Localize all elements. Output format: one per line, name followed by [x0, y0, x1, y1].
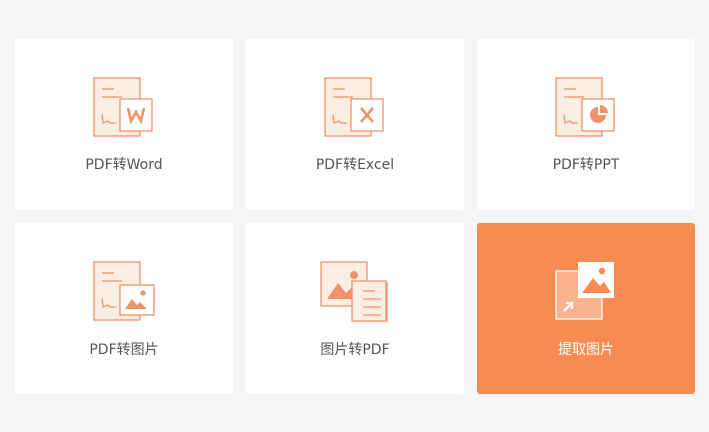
tool-card-extract-image[interactable]: 提取图片	[477, 223, 695, 394]
tool-card-image-to-pdf[interactable]: 图片转PDF	[246, 223, 464, 394]
tool-grid: PDF转Word PDF转Excel PDF转PPT PDF转图片 图片转PDF…	[15, 39, 695, 394]
tool-label: PDF转Word	[85, 157, 163, 173]
tool-label: 提取图片	[558, 342, 614, 358]
tool-card-pdf-to-excel[interactable]: PDF转Excel	[246, 39, 464, 210]
tool-label: PDF转PPT	[552, 157, 620, 173]
tool-label: PDF转Excel	[315, 157, 395, 173]
pdf-to-image-icon	[93, 261, 155, 321]
pdf-to-excel-icon	[324, 77, 384, 137]
tool-label: PDF转图片	[89, 342, 159, 358]
image-to-pdf-icon	[320, 261, 388, 322]
tool-label: 图片转PDF	[320, 342, 390, 358]
pdf-to-ppt-icon	[555, 77, 615, 137]
tool-card-pdf-to-image[interactable]: PDF转图片	[15, 223, 233, 394]
tool-card-pdf-to-ppt[interactable]: PDF转PPT	[477, 39, 695, 210]
pdf-to-word-icon	[93, 77, 153, 137]
tool-card-pdf-to-word[interactable]: PDF转Word	[15, 39, 233, 210]
extract-image-icon	[555, 262, 614, 320]
